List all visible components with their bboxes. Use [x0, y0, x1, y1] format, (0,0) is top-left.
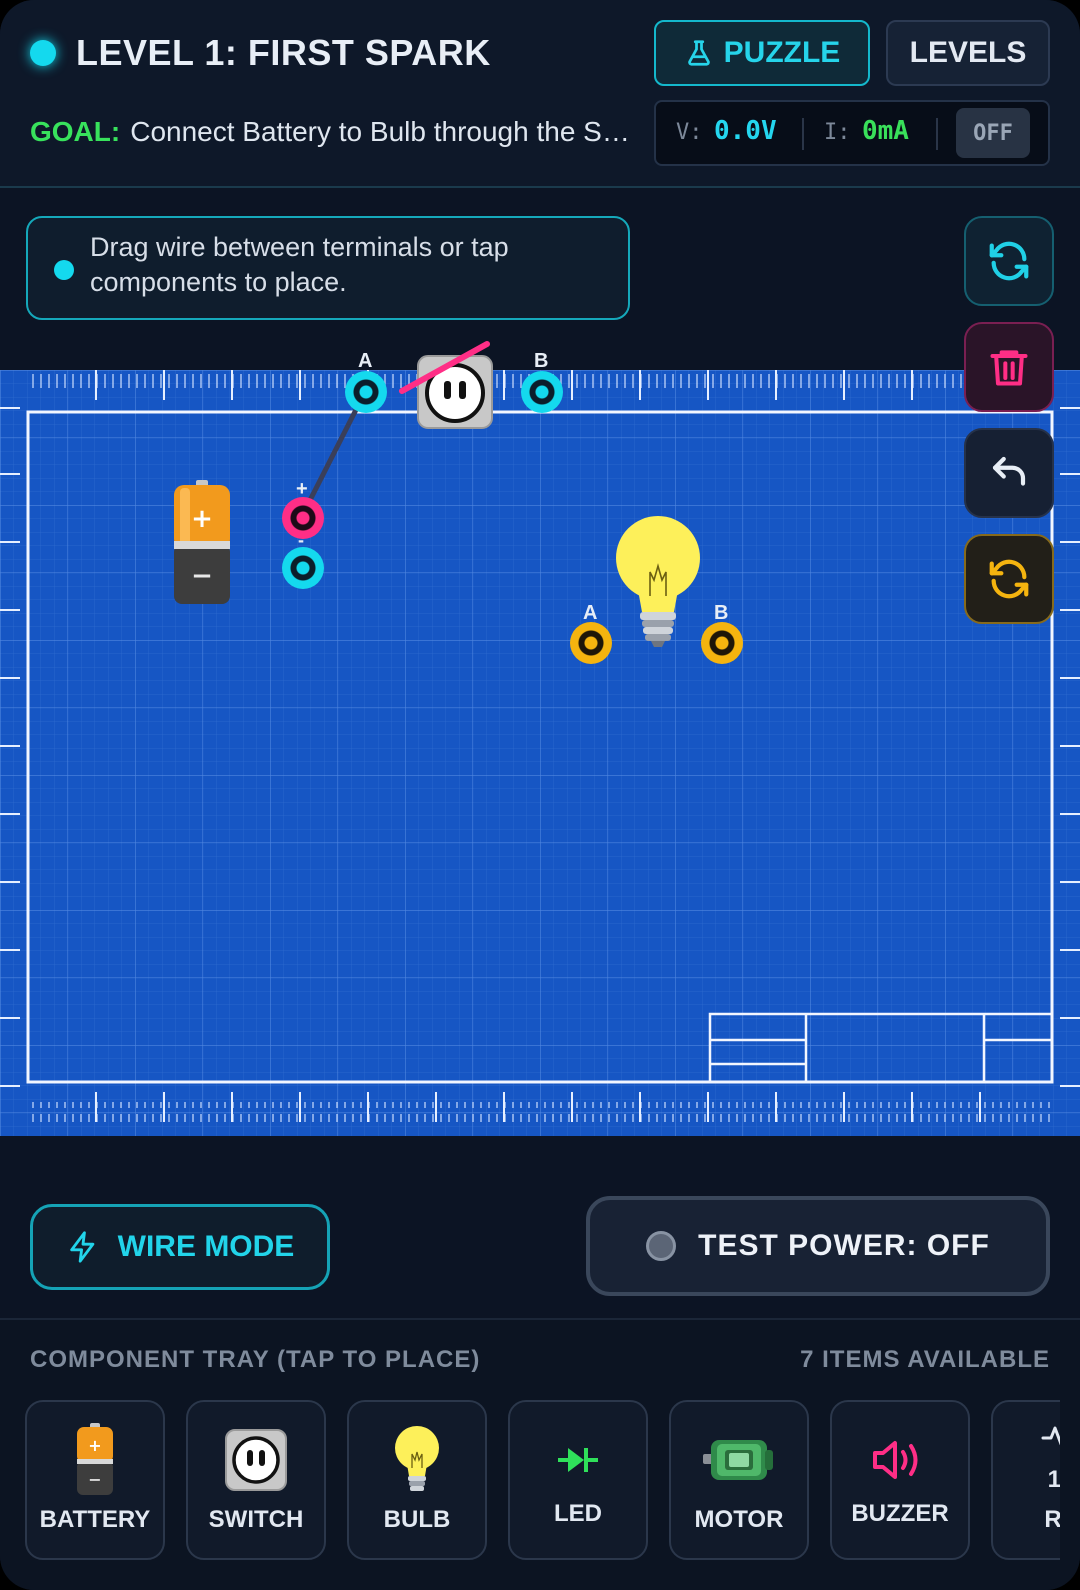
multimeter-readout: V: 0.0V I: 0mA OFF	[654, 100, 1050, 166]
voltage-value: 0.0V	[714, 116, 777, 146]
tray-item-switch[interactable]: SWITCH	[186, 1400, 326, 1560]
hint-text: Drag wire between terminals or tap compo…	[90, 232, 509, 297]
resistor-icon	[993, 1416, 1060, 1456]
battery-icon: + −	[27, 1420, 163, 1500]
switch-icon	[188, 1420, 324, 1500]
refresh-icon	[989, 241, 1029, 281]
svg-text:−: −	[88, 1470, 101, 1489]
tray-item-bulb[interactable]: BULB	[347, 1400, 487, 1560]
trash-icon	[990, 350, 1028, 386]
power-state-badge: OFF	[956, 108, 1030, 158]
component-tray: COMPONENT TRAY (TAP TO PLACE) 7 ITEMS AV…	[0, 1318, 1080, 1590]
status-indicator	[30, 40, 56, 66]
test-power-button[interactable]: TEST POWER: OFF	[586, 1196, 1050, 1296]
tray-item-buzzer[interactable]: BUZZER	[830, 1400, 970, 1560]
bulb-terminal-b[interactable]	[701, 622, 743, 664]
power-indicator-icon	[646, 1231, 677, 1261]
puzzle-button[interactable]: PUZZLE	[654, 20, 870, 86]
meter-divider	[936, 118, 938, 150]
goal-line: GOAL: Connect Battery to Bulb through the…	[30, 116, 630, 148]
tray-item-resistor[interactable]: 10 RE	[991, 1400, 1060, 1560]
blueprint-grid	[0, 370, 1080, 1136]
tray-item-led[interactable]: LED	[508, 1400, 648, 1560]
test-power-label: TEST POWER: OFF	[698, 1229, 990, 1262]
puzzle-button-label: PUZZLE	[723, 36, 841, 69]
rotate-button[interactable]	[964, 534, 1054, 624]
header: LEVEL 1: FIRST SPARK PUZZLE LEVELS GOAL:…	[0, 0, 1080, 188]
tray-item-label: MOTOR	[694, 1506, 784, 1533]
buzzer-icon	[832, 1420, 968, 1500]
voltage-label: V:	[676, 120, 703, 145]
current-label: I:	[824, 120, 851, 145]
reset-button[interactable]	[964, 216, 1054, 306]
motor-icon	[671, 1420, 807, 1500]
tray-title: COMPONENT TRAY (TAP TO PLACE)	[30, 1346, 481, 1373]
svg-text:+: +	[88, 1436, 101, 1455]
meter-divider	[802, 118, 804, 150]
bulb-terminal-a[interactable]	[570, 622, 612, 664]
level-title: LEVEL 1: FIRST SPARK	[76, 32, 491, 73]
wire-mode-button[interactable]: WIRE MODE	[30, 1204, 330, 1290]
app-window: LEVEL 1: FIRST SPARK PUZZLE LEVELS GOAL:…	[0, 0, 1080, 1590]
tray-item-motor[interactable]: MOTOR	[669, 1400, 809, 1560]
flask-icon	[687, 40, 710, 66]
undo-button[interactable]	[964, 428, 1054, 518]
lightning-icon	[69, 1231, 94, 1263]
tray-items: + − BATTERY SWITCH BULB LED MOTOR BUZZER…	[25, 1400, 1060, 1564]
rotate-icon	[989, 559, 1029, 599]
current-value: 0mA	[862, 116, 909, 146]
undo-icon	[992, 456, 1026, 486]
goal-label: GOAL:	[30, 116, 121, 147]
tray-item-label-line1: 10	[1047, 1466, 1060, 1493]
tray-item-label: BUZZER	[851, 1500, 949, 1527]
levels-button[interactable]: LEVELS	[886, 20, 1050, 86]
bulb-icon	[349, 1420, 485, 1500]
switch-terminal-a[interactable]	[345, 371, 387, 413]
tray-item-label: BATTERY	[39, 1506, 151, 1533]
tray-item-battery[interactable]: + − BATTERY	[25, 1400, 165, 1560]
led-icon	[510, 1420, 646, 1500]
wire-mode-label: WIRE MODE	[117, 1230, 295, 1263]
hint-banner: Drag wire between terminals or tap compo…	[26, 216, 630, 320]
circuit-board[interactable]	[0, 370, 1080, 1136]
switch-terminal-b-label: B	[534, 350, 549, 372]
delete-button[interactable]	[964, 322, 1054, 412]
switch-terminal-b[interactable]	[521, 371, 563, 413]
tray-item-label: SWITCH	[208, 1506, 304, 1533]
battery-negative-terminal[interactable]	[282, 547, 324, 589]
hint-indicator	[54, 260, 74, 280]
tray-count: 7 ITEMS AVAILABLE	[800, 1346, 1050, 1373]
goal-text: Connect Battery to Bulb through the S…	[130, 116, 630, 147]
tray-item-label: LED	[554, 1500, 602, 1527]
tray-item-label-line2: RE	[1044, 1506, 1060, 1533]
tray-item-label: BULB	[383, 1506, 451, 1533]
switch-terminal-a-label: A	[358, 350, 373, 372]
